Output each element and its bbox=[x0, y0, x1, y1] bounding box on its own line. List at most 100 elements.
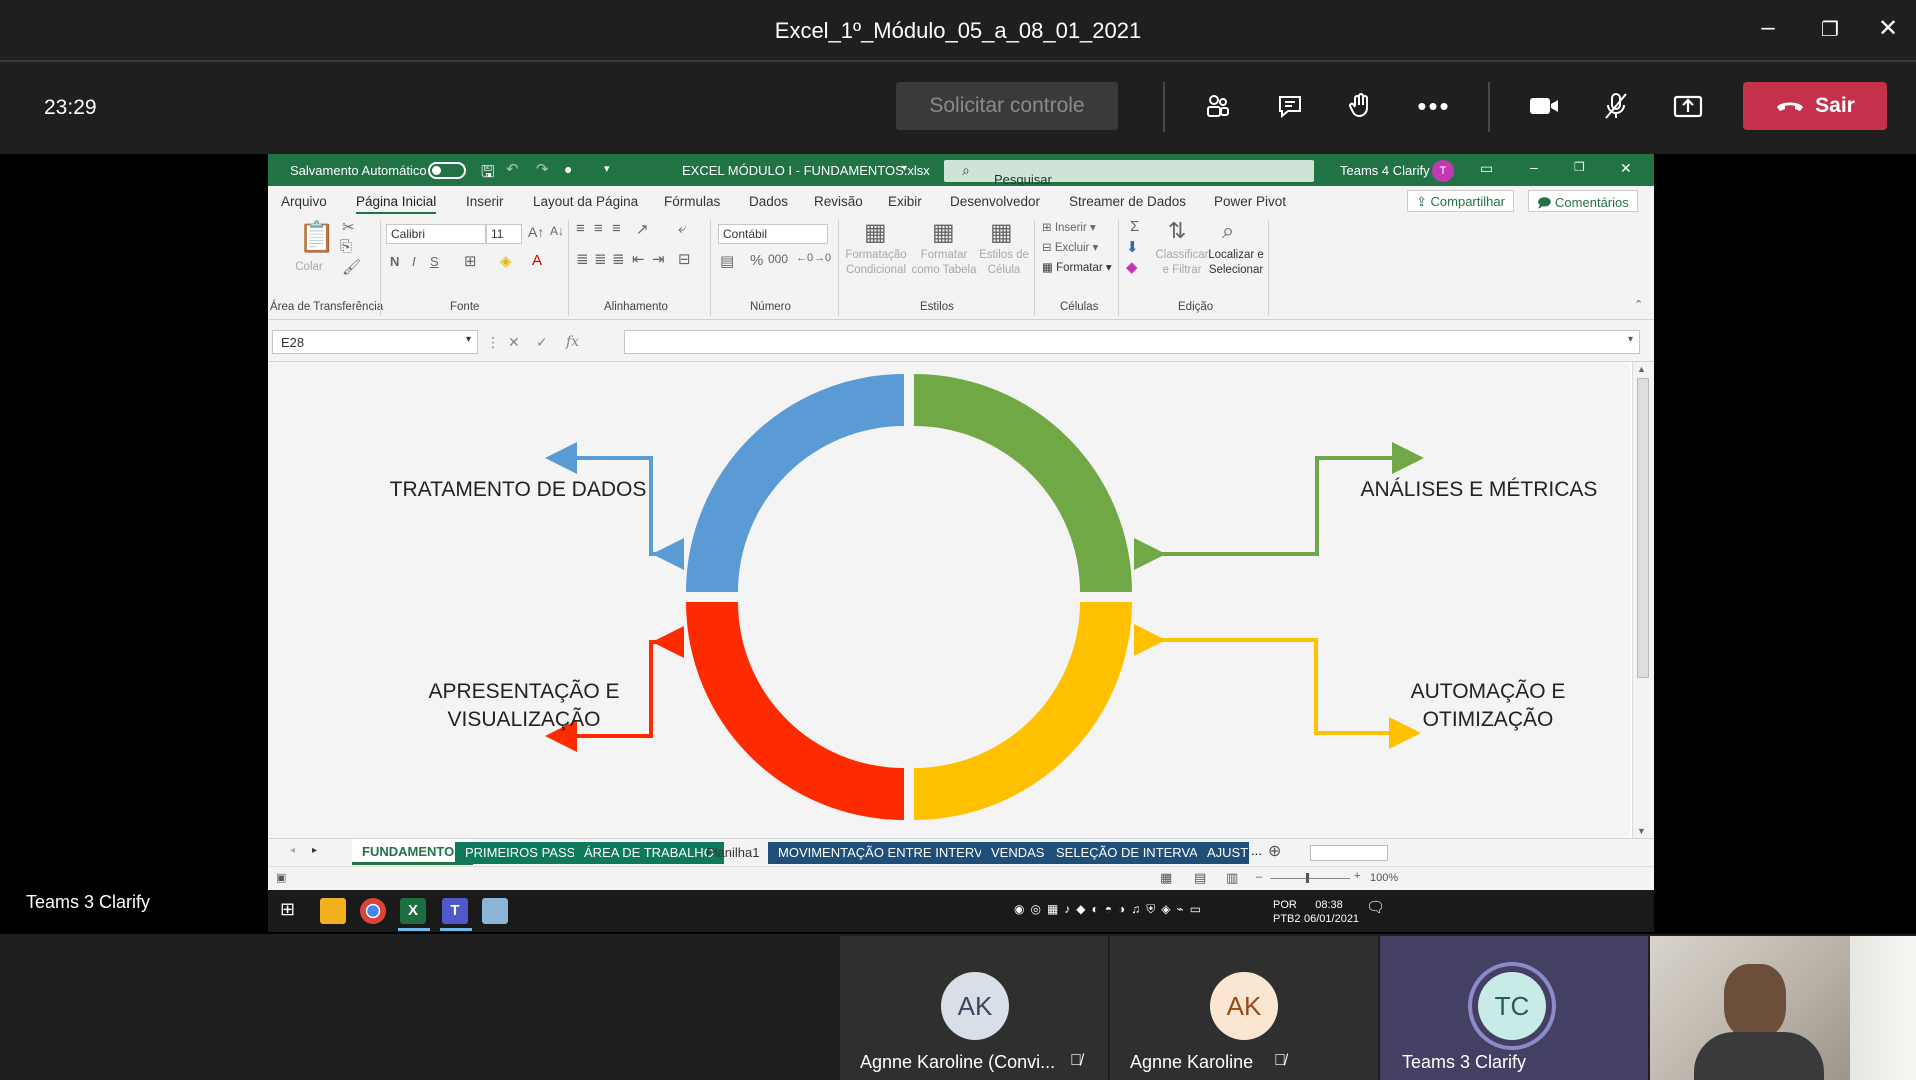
app-icon[interactable] bbox=[482, 898, 508, 924]
comments-button[interactable]: 🗩 Comentários bbox=[1528, 190, 1638, 212]
add-sheet-icon[interactable]: ⊕ bbox=[1268, 841, 1281, 861]
underline-icon[interactable]: S bbox=[430, 254, 439, 269]
collapse-ribbon-icon[interactable]: ⌃ bbox=[1634, 298, 1643, 311]
mic-off-icon[interactable] bbox=[1596, 88, 1636, 124]
paste-icon[interactable]: 📋 bbox=[298, 220, 335, 255]
tab-formulas[interactable]: Fórmulas bbox=[664, 194, 720, 209]
decrease-decimal-icon[interactable]: →0 bbox=[814, 252, 831, 264]
align-left-icon[interactable]: ≣ bbox=[576, 250, 589, 268]
decrease-indent-icon[interactable]: ⇤ bbox=[632, 250, 645, 268]
number-format-select[interactable]: Contábil bbox=[718, 224, 828, 244]
horizontal-scrollbar[interactable] bbox=[1310, 845, 1388, 861]
windows-start-icon[interactable]: ⊞ bbox=[280, 899, 295, 920]
name-box[interactable]: E28 ▾ bbox=[272, 330, 478, 354]
tab-layout[interactable]: Layout da Página bbox=[533, 194, 638, 209]
cell-styles-label[interactable]: Estilos de Célula bbox=[978, 248, 1030, 278]
share-button[interactable]: ⇪ Compartilhar bbox=[1407, 190, 1514, 212]
fill-icon[interactable]: ⬇ bbox=[1126, 238, 1139, 256]
tab-exibir[interactable]: Exibir bbox=[888, 194, 922, 209]
chevron-down-icon[interactable]: ▾ bbox=[466, 334, 471, 345]
copy-icon[interactable]: ⎘ bbox=[340, 238, 352, 255]
page-layout-icon[interactable]: ▤ bbox=[1194, 870, 1206, 886]
minimize-icon[interactable]: – bbox=[1530, 159, 1538, 175]
align-center-icon[interactable]: ≣ bbox=[594, 250, 607, 268]
comma-icon[interactable]: 000 bbox=[768, 252, 788, 266]
customize-qat-icon[interactable]: ▾ bbox=[604, 162, 610, 175]
wrap-text-icon[interactable]: ⤶ bbox=[678, 220, 686, 237]
format-cells-button[interactable]: ▦ Formatar ▾ bbox=[1042, 260, 1112, 274]
sheet-tab-vendas[interactable]: VENDAS bbox=[981, 842, 1055, 864]
cut-icon[interactable]: ✂ bbox=[342, 218, 355, 236]
zoom-slider[interactable] bbox=[1270, 878, 1350, 879]
close-button[interactable]: ✕ bbox=[1868, 14, 1908, 48]
orientation-icon[interactable]: ↗ bbox=[636, 220, 649, 238]
clear-icon[interactable]: ◆ bbox=[1126, 258, 1138, 276]
find-icon[interactable]: ⌕ bbox=[1222, 218, 1234, 244]
undo-icon[interactable]: ↶ bbox=[506, 160, 519, 178]
people-icon[interactable] bbox=[1198, 88, 1238, 124]
autosum-icon[interactable]: Σ bbox=[1130, 218, 1139, 235]
align-middle-icon[interactable]: ≡ bbox=[594, 220, 603, 237]
vertical-scrollbar[interactable]: ▲ ▼ bbox=[1632, 362, 1654, 838]
font-color-icon[interactable]: A bbox=[532, 252, 542, 269]
redo-icon[interactable]: ↷ bbox=[536, 160, 549, 178]
format-table-icon[interactable]: ▦ bbox=[932, 218, 955, 247]
format-painter-icon[interactable]: 🖌 bbox=[342, 258, 361, 276]
clock[interactable]: 08:38 06/01/2021 bbox=[1304, 898, 1359, 926]
leave-button[interactable]: Sair bbox=[1743, 82, 1887, 130]
conditional-format-icon[interactable]: ▦ bbox=[864, 218, 887, 247]
tab-streamer[interactable]: Streamer de Dados bbox=[1069, 194, 1186, 209]
font-name-select[interactable]: Calibri bbox=[386, 224, 486, 244]
input-language[interactable]: POR PTB2 bbox=[1273, 898, 1301, 926]
insert-cells-button[interactable]: ⊞ Inserir ▾ bbox=[1042, 220, 1096, 234]
chevron-down-icon[interactable]: ▾ bbox=[1628, 334, 1633, 345]
sheet-tab-planilha1[interactable]: Planilha1 bbox=[696, 842, 770, 864]
align-right-icon[interactable]: ≣ bbox=[612, 250, 625, 268]
find-select-label[interactable]: Localizar e Selecionar bbox=[1204, 248, 1268, 278]
tab-power-pivot[interactable]: Power Pivot bbox=[1214, 194, 1286, 209]
chat-icon[interactable] bbox=[1270, 88, 1310, 124]
participant-tile[interactable]: AK Agnne Karoline 🎙̸ bbox=[1110, 936, 1378, 1080]
cell-styles-icon[interactable]: ▦ bbox=[990, 218, 1013, 247]
shrink-font-icon[interactable]: A↓ bbox=[550, 224, 564, 238]
more-icon[interactable]: ••• bbox=[1414, 88, 1454, 124]
zoom-in-icon[interactable]: + bbox=[1354, 870, 1360, 882]
enter-icon[interactable]: ✓ bbox=[536, 334, 548, 351]
more-icon[interactable]: ⋮ bbox=[486, 334, 500, 351]
participant-tile[interactable]: AK Agnne Karoline (Convi... 🎙̸ bbox=[840, 936, 1108, 1080]
align-bottom-icon[interactable]: ≡ bbox=[612, 220, 621, 237]
record-icon[interactable]: ● bbox=[564, 161, 572, 177]
save-icon[interactable]: 🖫 bbox=[481, 161, 495, 188]
restore-icon[interactable]: ❐ bbox=[1574, 160, 1585, 174]
increase-indent-icon[interactable]: ⇥ bbox=[652, 250, 665, 268]
sort-filter-label[interactable]: Classificar e Filtrar bbox=[1154, 248, 1210, 278]
fill-color-icon[interactable]: ◈ bbox=[500, 252, 512, 270]
teams-icon[interactable]: T bbox=[442, 898, 468, 924]
request-control-button[interactable]: Solicitar controle bbox=[896, 82, 1118, 130]
chrome-icon[interactable] bbox=[360, 898, 386, 924]
close-icon[interactable]: ✕ bbox=[1620, 160, 1632, 177]
ribbon-display-icon[interactable]: ▭ bbox=[1480, 160, 1493, 177]
align-top-icon[interactable]: ≡ bbox=[576, 220, 585, 237]
scroll-thumb[interactable] bbox=[1637, 378, 1649, 678]
camera-icon[interactable] bbox=[1524, 88, 1564, 124]
format-table-label[interactable]: Formatar como Tabela bbox=[908, 248, 980, 278]
merge-icon[interactable]: ⊟ bbox=[678, 250, 691, 268]
sort-filter-icon[interactable]: ⇅ bbox=[1168, 218, 1186, 244]
grow-font-icon[interactable]: A↑ bbox=[528, 224, 544, 240]
normal-view-icon[interactable]: ▦ bbox=[1160, 870, 1172, 886]
conditional-format-label[interactable]: Formatação Condicional bbox=[842, 248, 910, 278]
zoom-out-icon[interactable]: – bbox=[1256, 871, 1262, 883]
autosave-toggle[interactable] bbox=[428, 162, 466, 179]
zoom-level[interactable]: 100% bbox=[1370, 872, 1398, 884]
tab-arquivo[interactable]: Arquivo bbox=[281, 194, 327, 209]
minimize-button[interactable]: – bbox=[1748, 14, 1788, 48]
delete-cells-button[interactable]: ⊟ Excluir ▾ bbox=[1042, 240, 1098, 254]
raise-hand-icon[interactable] bbox=[1340, 88, 1380, 124]
italic-icon[interactable]: I bbox=[412, 254, 416, 269]
restore-button[interactable]: ❐ bbox=[1810, 17, 1850, 51]
notifications-icon[interactable]: 🗨 bbox=[1366, 900, 1385, 915]
page-break-icon[interactable]: ▥ bbox=[1226, 870, 1238, 886]
file-name[interactable]: EXCEL MÓDULO I - FUNDAMENTOS.xlsx bbox=[682, 163, 930, 178]
zoom-thumb[interactable] bbox=[1306, 873, 1309, 883]
